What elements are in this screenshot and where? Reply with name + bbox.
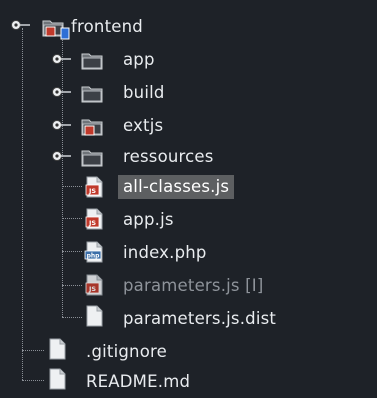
expand-toggle-icon[interactable] [51,148,73,164]
svg-text:php: php [87,253,101,260]
tree-item-label: index.php [123,243,207,262]
tree-item-label: build [123,83,165,102]
tree-row-ressources[interactable]: ressources [0,141,377,173]
expand-toggle-icon[interactable] [51,117,73,133]
file-icon [46,368,68,390]
tree-row-parameters-js[interactable]: JS parameters.js [I] [0,270,377,302]
tree-item-label: extjs [123,116,164,135]
js-file-icon: JS [85,176,105,198]
file-icon [46,338,68,360]
js-file-icon: JS [85,274,105,296]
tree-item-label: all-classes.js [118,175,235,199]
tree-row-app[interactable]: app [0,44,377,76]
folder-git-badge-icon [42,20,70,40]
tree-item-label: parameters.js.dist [123,309,277,328]
tree-item-label: .gitignore [86,342,167,361]
expand-toggle-icon[interactable] [51,51,73,67]
tree-row-readme[interactable]: README.md [0,366,377,398]
collapse-toggle-icon[interactable] [10,17,32,33]
tree-item-label: app.js [123,210,174,229]
folder-icon [81,49,103,71]
folder-red-badge-icon [81,119,103,136]
tree-row-build[interactable]: build [0,77,377,109]
tree-row-all-classes-js[interactable]: JS all-classes.js [0,172,377,204]
tree-item-label: README.md [86,372,191,391]
js-file-icon: JS [85,208,105,230]
tree-row-gitignore[interactable]: .gitignore [0,336,377,368]
tree-item-label: app [123,50,155,69]
expand-toggle-icon[interactable] [51,84,73,100]
tree-row-parameters-js-dist[interactable]: parameters.js.dist [0,303,377,335]
tree-item-label: parameters.js [I] [123,276,264,295]
svg-text:JS: JS [88,285,96,293]
php-file-icon: php [84,241,105,263]
file-tree: frontend app build extjs ressources JS a… [0,0,377,391]
tree-item-label: ressources [123,147,214,166]
tree-row-frontend[interactable]: frontend [0,12,377,44]
folder-icon [81,146,103,168]
folder-icon [81,82,103,104]
tree-row-app-js[interactable]: JS app.js [0,204,377,236]
file-icon [83,305,105,327]
tree-row-extjs[interactable]: extjs [0,110,377,142]
svg-text:JS: JS [88,219,96,227]
svg-text:JS: JS [88,187,96,195]
tree-item-label: frontend [71,17,143,36]
tree-row-index-php[interactable]: php index.php [0,237,377,269]
